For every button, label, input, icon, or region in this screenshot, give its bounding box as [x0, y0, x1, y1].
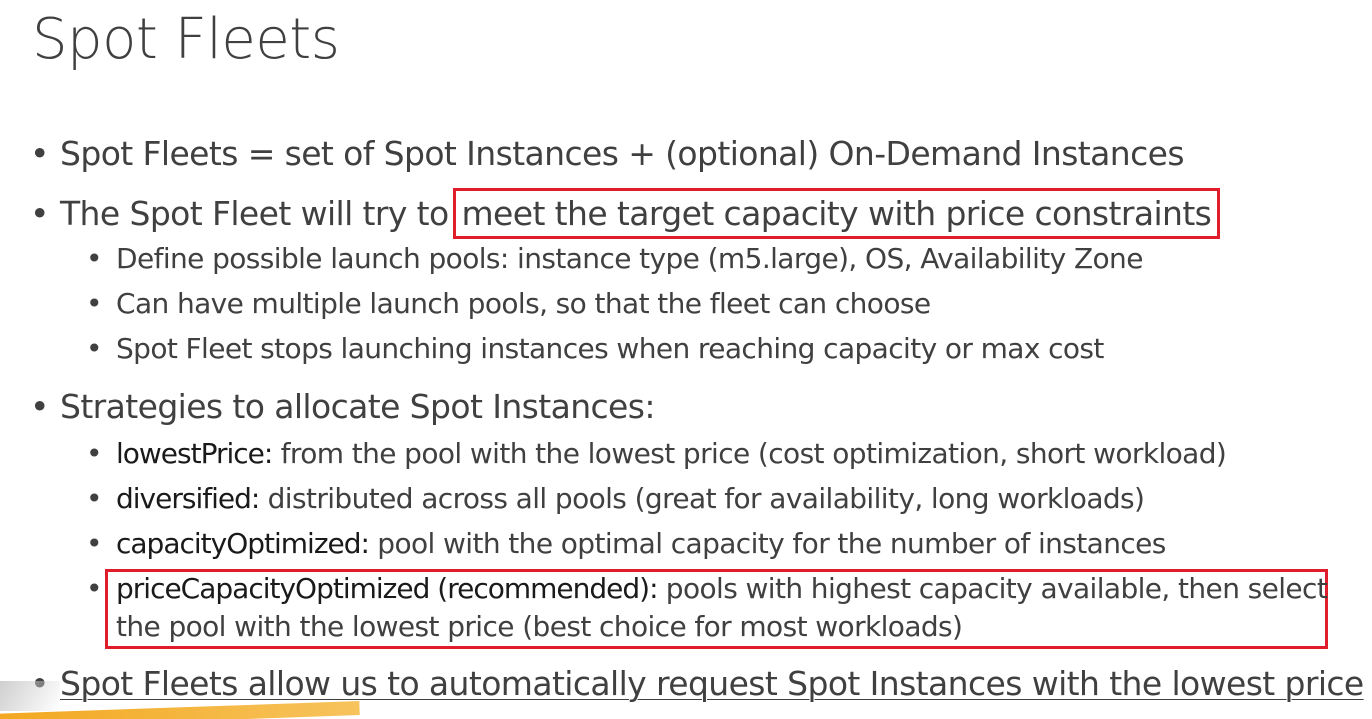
strategy-price-capacity-optimized: • priceCapacityOptimized (recommended): p… [86, 572, 1328, 606]
bullet-strategies: • Strategies to allocate Spot Instances: [30, 387, 655, 427]
bullet-text: Spot Fleets = set of Spot Instances + (o… [60, 134, 1185, 173]
bullet-automatic-request: •Spot Fleets allow us to automatically r… [30, 664, 1364, 704]
sub-bullet-text: Define possible launch pools: instance t… [116, 242, 1143, 275]
sub-bullet-stops-launching: • Spot Fleet stops launching instances wh… [86, 332, 1104, 366]
strategy-term: capacityOptimized: [116, 527, 370, 560]
bullet-dot: • [86, 572, 103, 605]
strategy-diversified: • diversified: distributed across all poo… [86, 482, 1145, 516]
bullet-dot: • [30, 134, 49, 173]
strategy-description: distributed across all pools (great for … [259, 482, 1145, 515]
strategy-description: pool with the optimal capacity for the n… [368, 527, 1166, 560]
strategy-term: diversified: [116, 482, 260, 515]
bullet-dot: • [86, 527, 103, 560]
sub-bullet-launch-pools: • Define possible launch pools: instance … [86, 242, 1143, 276]
strategy-term: priceCapacityOptimized (recommended): [116, 572, 658, 605]
sub-bullet-text: Can have multiple launch pools, so that … [116, 287, 931, 320]
slide-title: Spot Fleets [32, 7, 340, 72]
bullet-dot: • [86, 332, 103, 365]
slide: Spot Fleets • Spot Fleets = set of Spot I… [0, 0, 1372, 719]
strategy-capacity-optimized: • capacityOptimized: pool with the optima… [86, 527, 1166, 561]
bullet-dot: • [86, 242, 103, 275]
bullet-dot: • [86, 437, 103, 470]
bullet-text: The Spot Fleet will try to [60, 194, 459, 233]
strategy-term: lowestPrice: [116, 437, 273, 470]
highlighted-phrase-target-capacity: meet the target capacity with price cons… [452, 188, 1221, 239]
sub-bullet-text: Spot Fleet stops launching instances whe… [116, 332, 1104, 365]
bullet-spot-fleets-definition: • Spot Fleets = set of Spot Instances + (… [30, 134, 1185, 174]
strategy-description-continued: the pool with the lowest price (best cho… [116, 610, 963, 643]
bullet-target-capacity: • The Spot Fleet will try to meet the tar… [30, 188, 1221, 239]
bullet-dot: • [86, 287, 103, 320]
bullet-dot: • [86, 482, 103, 515]
decorative-corner-grey [0, 681, 60, 711]
strategy-lowest-price: • lowestPrice: from the pool with the low… [86, 437, 1227, 471]
bullet-dot: • [30, 194, 49, 233]
bullet-text: Spot Fleets allow us to automatically re… [60, 664, 1364, 703]
strategy-description: pools with highest capacity available, t… [657, 572, 1328, 605]
bullet-text: Strategies to allocate Spot Instances: [60, 387, 655, 426]
bullet-dot: • [30, 387, 49, 426]
strategy-description: from the pool with the lowest price (cos… [272, 437, 1227, 470]
sub-bullet-multiple-pools: • Can have multiple launch pools, so that… [86, 287, 931, 321]
